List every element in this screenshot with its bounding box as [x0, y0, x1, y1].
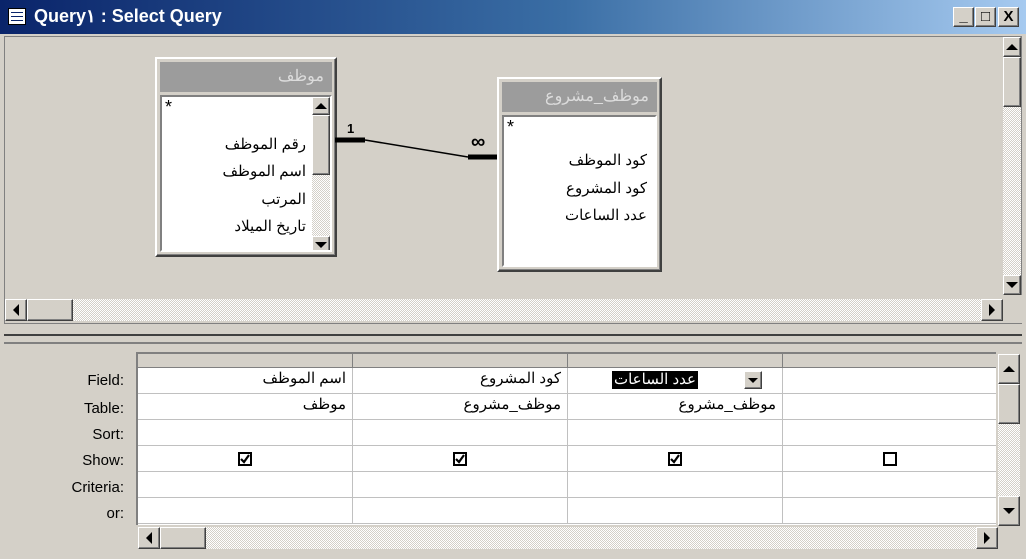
table-cell[interactable]: موظف_مشروع	[353, 394, 568, 420]
relationship-one-label: 1	[347, 121, 355, 136]
table-box-employee-project[interactable]: موظف_مشروع * كود الموظف كود المشروع عدد …	[497, 77, 662, 272]
scroll-thumb[interactable]	[998, 384, 1020, 424]
pane-splitter[interactable]	[4, 334, 1022, 344]
minimize-button[interactable]: _	[953, 7, 974, 27]
scroll-down-button[interactable]	[998, 496, 1020, 526]
show-checkbox[interactable]	[668, 452, 682, 466]
scroll-up-button[interactable]	[998, 354, 1020, 384]
sort-cell[interactable]	[138, 420, 353, 446]
field-list-item[interactable]: *	[165, 97, 172, 118]
field-list-item[interactable]: كود المشروع	[566, 179, 647, 197]
table-title[interactable]: موظف	[160, 62, 332, 92]
criteria-cell[interactable]	[568, 472, 783, 498]
show-checkbox[interactable]	[453, 452, 467, 466]
scroll-right-button[interactable]	[976, 527, 998, 549]
sort-cell[interactable]	[783, 420, 996, 446]
relationship-many-label: ∞	[471, 131, 486, 153]
design-pane-hscroll[interactable]	[5, 299, 1003, 321]
field-cell-selected[interactable]: عدد الساعات	[568, 368, 783, 394]
scroll-thumb[interactable]	[160, 527, 206, 549]
show-cell	[783, 446, 996, 472]
field-list-item[interactable]: *	[507, 117, 514, 138]
criteria-cell[interactable]	[783, 472, 996, 498]
show-checkbox[interactable]	[883, 452, 897, 466]
table-cell[interactable]	[783, 394, 996, 420]
or-cell[interactable]	[353, 498, 568, 524]
size-grip	[1003, 295, 1023, 323]
field-list-item[interactable]: تاريخ الميلاد	[234, 217, 306, 235]
field-list-item[interactable]: رقم الموظف	[225, 135, 306, 153]
scroll-up-button[interactable]	[1003, 37, 1021, 57]
show-cell	[353, 446, 568, 472]
grid-hscroll[interactable]	[138, 527, 998, 549]
table-title[interactable]: موظف_مشروع	[502, 82, 657, 112]
criteria-cell[interactable]	[138, 472, 353, 498]
table-cell[interactable]: موظف_مشروع	[568, 394, 783, 420]
sort-cell[interactable]	[568, 420, 783, 446]
scroll-thumb[interactable]	[1003, 57, 1021, 107]
field-cell[interactable]: كود المشروع	[353, 368, 568, 394]
table-box-employee[interactable]: موظف * رقم الموظف اسم الموظف المرتب تاري…	[155, 57, 337, 257]
window-title: Query١ : Select Query	[34, 6, 222, 26]
row-label-table: Table:	[83, 400, 124, 417]
field-list[interactable]: * رقم الموظف اسم الموظف المرتب تاريخ الم…	[160, 95, 332, 252]
close-button[interactable]: X	[998, 7, 1019, 27]
row-label-criteria: Criteria:	[71, 479, 124, 496]
column-selector[interactable]	[138, 354, 353, 368]
sort-cell[interactable]	[353, 420, 568, 446]
field-cell[interactable]: اسم الموظف	[138, 368, 353, 394]
row-label-or: or:	[106, 505, 124, 522]
scroll-thumb[interactable]	[312, 115, 330, 175]
table-cell[interactable]: موظف	[138, 394, 353, 420]
window-title-bar[interactable]: Query١ : Select Query _ □ X	[0, 0, 1026, 34]
query-window-icon[interactable]	[8, 8, 26, 25]
criteria-cell[interactable]	[353, 472, 568, 498]
field-dropdown-button[interactable]	[744, 371, 762, 389]
show-checkbox[interactable]	[238, 452, 252, 466]
row-label-field: Field:	[87, 372, 124, 389]
maximize-button[interactable]: □	[975, 7, 996, 27]
scroll-left-button[interactable]	[138, 527, 160, 549]
column-selector[interactable]	[353, 354, 568, 368]
column-selector[interactable]	[568, 354, 783, 368]
query-design-grid[interactable]: اسم الموظف كود المشروع عدد الساعات موظف …	[136, 352, 996, 525]
scroll-down-button[interactable]	[312, 236, 330, 250]
scroll-up-button[interactable]	[312, 97, 330, 115]
or-cell[interactable]	[568, 498, 783, 524]
or-cell[interactable]	[138, 498, 353, 524]
scroll-down-button[interactable]	[1003, 275, 1021, 295]
selected-field-text[interactable]: عدد الساعات	[611, 371, 698, 389]
field-cell[interactable]	[783, 368, 996, 394]
scroll-right-button[interactable]	[981, 299, 1003, 321]
scroll-thumb[interactable]	[27, 299, 73, 321]
field-list[interactable]: * كود الموظف كود المشروع عدد الساعات	[502, 115, 657, 267]
table-design-pane[interactable]: موظف * رقم الموظف اسم الموظف المرتب تاري…	[4, 36, 1023, 324]
scroll-left-button[interactable]	[5, 299, 27, 321]
or-cell[interactable]	[783, 498, 996, 524]
field-list-item[interactable]: اسم الموظف	[222, 162, 306, 180]
show-cell	[568, 446, 783, 472]
field-list-item[interactable]: كود الموظف	[569, 151, 647, 169]
field-list-item[interactable]: المرتب	[261, 190, 306, 208]
row-label-show: Show:	[82, 452, 124, 469]
show-cell	[138, 446, 353, 472]
field-list-item[interactable]: عدد الساعات	[565, 206, 647, 224]
row-label-sort: Sort:	[92, 426, 124, 443]
column-selector[interactable]	[783, 354, 996, 368]
